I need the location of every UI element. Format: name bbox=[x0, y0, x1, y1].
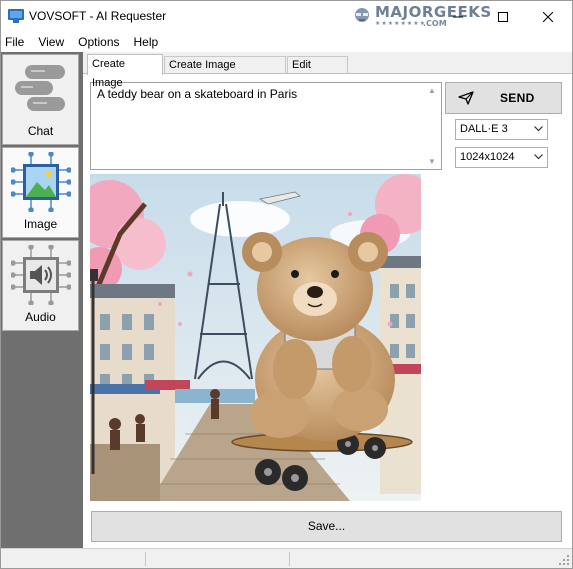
sidebar: Chat Image Audio bbox=[1, 52, 83, 548]
status-bar bbox=[1, 548, 572, 568]
watermark-stars: ★★★★★★★★ bbox=[375, 21, 427, 27]
title-bar: VOVSOFT - AI Requester MAJORGEEKS ★★★★★★… bbox=[1, 1, 572, 32]
model-select[interactable]: DALL·E 3 bbox=[455, 119, 548, 140]
chevron-down-icon bbox=[534, 154, 543, 160]
status-divider bbox=[145, 552, 146, 566]
chevron-down-icon bbox=[534, 126, 543, 132]
prompt-scrollbar[interactable]: ▲ ▼ bbox=[424, 83, 441, 169]
menu-bar: File View Options Help bbox=[1, 32, 572, 52]
mascot-logo-icon bbox=[355, 8, 369, 22]
save-button[interactable]: Save... bbox=[91, 511, 562, 542]
main-panel: Create Image Create Image Variation Edit… bbox=[83, 52, 572, 548]
resize-grip-icon[interactable] bbox=[558, 554, 570, 566]
scroll-down-icon[interactable]: ▼ bbox=[428, 157, 436, 166]
app-logo-icon bbox=[8, 9, 24, 23]
minimize-button[interactable] bbox=[435, 1, 480, 32]
save-label: Save... bbox=[307, 519, 346, 533]
generated-image bbox=[90, 174, 421, 501]
tab-create-image-variation[interactable]: Create Image Variation bbox=[164, 56, 286, 88]
sidebar-item-label: Chat bbox=[27, 124, 54, 138]
image-circuit-icon bbox=[11, 152, 71, 212]
tab-edit-image[interactable]: Edit Image bbox=[287, 56, 348, 88]
prompt-textarea[interactable]: A teddy bear on a skateboard in Paris ▲ … bbox=[90, 82, 442, 170]
model-select-value: DALL·E 3 bbox=[460, 123, 508, 135]
scroll-up-icon[interactable]: ▲ bbox=[428, 86, 436, 95]
sidebar-item-label: Audio bbox=[25, 310, 56, 324]
size-select[interactable]: 1024x1024 bbox=[455, 147, 548, 168]
send-label: SEND bbox=[500, 91, 535, 105]
status-divider bbox=[289, 552, 290, 566]
chat-bubbles-icon bbox=[15, 65, 65, 111]
speaker-circuit-icon bbox=[11, 245, 71, 305]
maximize-button[interactable] bbox=[480, 1, 525, 32]
sidebar-item-label: Image bbox=[23, 217, 58, 231]
tab-create-image[interactable]: Create Image bbox=[87, 54, 163, 89]
prompt-text: A teddy bear on a skateboard in Paris bbox=[97, 87, 298, 101]
close-button[interactable] bbox=[525, 1, 570, 32]
menu-help[interactable]: Help bbox=[127, 32, 166, 52]
sidebar-item-chat[interactable]: Chat bbox=[2, 54, 79, 145]
window-title: VOVSOFT - AI Requester bbox=[29, 9, 167, 23]
minimize-icon bbox=[452, 16, 463, 17]
sidebar-item-image[interactable]: Image bbox=[2, 147, 79, 238]
send-icon bbox=[458, 91, 474, 105]
maximize-icon bbox=[497, 11, 508, 22]
tab-label: Create Image bbox=[92, 58, 126, 89]
menu-options[interactable]: Options bbox=[71, 32, 126, 52]
menu-view[interactable]: View bbox=[31, 32, 71, 52]
close-icon bbox=[542, 11, 553, 22]
sidebar-item-audio[interactable]: Audio bbox=[2, 240, 79, 331]
app-window: VOVSOFT - AI Requester MAJORGEEKS ★★★★★★… bbox=[0, 0, 573, 569]
send-button[interactable]: SEND bbox=[445, 82, 562, 114]
create-image-page: A teddy bear on a skateboard in Paris ▲ … bbox=[83, 73, 572, 548]
menu-file[interactable]: File bbox=[1, 32, 31, 52]
size-select-value: 1024x1024 bbox=[460, 151, 515, 163]
